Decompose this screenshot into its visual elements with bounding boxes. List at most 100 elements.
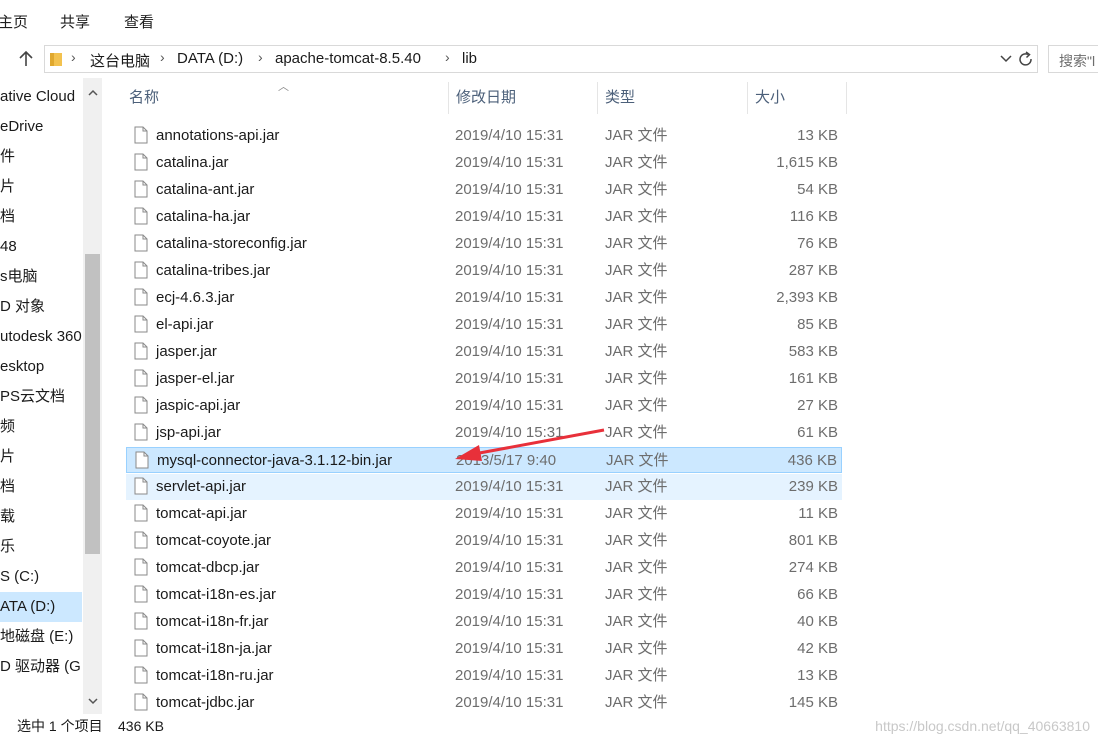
- column-name[interactable]: 名称: [122, 82, 448, 114]
- chevron-up-icon[interactable]: [88, 88, 98, 98]
- column-date[interactable]: 修改日期: [449, 82, 597, 114]
- file-row[interactable]: tomcat-i18n-es.jar 2019/4/10 15:31 JAR 文件 6…: [126, 582, 842, 608]
- breadcrumb-this-pc[interactable]: 这台电脑: [90, 50, 150, 71]
- column-size[interactable]: 大小: [748, 82, 846, 114]
- sidebar-item[interactable]: ATA (D:): [0, 592, 82, 622]
- file-icon: [134, 288, 148, 306]
- file-row[interactable]: catalina-storeconfig.jar 2019/4/10 15:31 J…: [126, 231, 842, 257]
- arrow-up-icon[interactable]: [16, 49, 36, 69]
- file-date: 2019/4/10 15:31: [455, 370, 564, 387]
- file-name: servlet-api.jar: [156, 478, 247, 495]
- tab-home[interactable]: 主页: [0, 11, 28, 32]
- sidebar-item[interactable]: 件: [0, 142, 82, 172]
- file-date: 2019/4/10 15:31: [455, 208, 564, 225]
- status-selection-size: 436 KB: [118, 718, 164, 734]
- column-divider[interactable]: [846, 82, 847, 114]
- file-row[interactable]: ecj-4.6.3.jar 2019/4/10 15:31 JAR 文件 2,393 …: [126, 285, 842, 311]
- sidebar-item[interactable]: utodesk 360: [0, 322, 82, 352]
- file-date: 2019/4/10 15:31: [455, 667, 564, 684]
- file-size: 2,393 KB: [776, 289, 838, 306]
- chevron-down-icon[interactable]: [88, 696, 98, 706]
- sidebar-item[interactable]: eDrive: [0, 112, 82, 142]
- file-date: 2019/4/10 15:31: [455, 532, 564, 549]
- sidebar-item[interactable]: 档: [0, 472, 82, 502]
- file-icon: [134, 207, 148, 225]
- file-icon: [134, 126, 148, 144]
- file-type: JAR 文件: [605, 343, 668, 360]
- sidebar-item[interactable]: S (C:): [0, 562, 82, 592]
- file-date: 2019/4/10 15:31: [455, 343, 564, 360]
- sidebar-item[interactable]: D 驱动器 (G:): [0, 652, 82, 682]
- file-row[interactable]: servlet-api.jar 2019/4/10 15:31 JAR 文件 239 …: [126, 474, 842, 500]
- file-row[interactable]: tomcat-dbcp.jar 2019/4/10 15:31 JAR 文件 274 …: [126, 555, 842, 581]
- file-date: 2019/4/10 15:31: [455, 424, 564, 441]
- file-row[interactable]: jaspic-api.jar 2019/4/10 15:31 JAR 文件 27 KB: [126, 393, 842, 419]
- sidebar-item[interactable]: PS云文档: [0, 382, 82, 412]
- sidebar-item[interactable]: 档: [0, 202, 82, 232]
- sidebar-item[interactable]: s电脑: [0, 262, 82, 292]
- sidebar-item[interactable]: D 对象: [0, 292, 82, 322]
- file-row[interactable]: tomcat-coyote.jar 2019/4/10 15:31 JAR 文件 80…: [126, 528, 842, 554]
- sidebar-item[interactable]: 片: [0, 172, 82, 202]
- file-row[interactable]: tomcat-i18n-ja.jar 2019/4/10 15:31 JAR 文件 4…: [126, 636, 842, 662]
- file-row[interactable]: annotations-api.jar 2019/4/10 15:31 JAR 文件…: [126, 123, 842, 149]
- file-date: 2019/4/10 15:31: [455, 478, 564, 495]
- file-size: 801 KB: [788, 532, 838, 549]
- sidebar-item[interactable]: 片: [0, 442, 82, 472]
- address-bar[interactable]: › 这台电脑 › DATA (D:) › apache-tomcat-8.5.4…: [44, 45, 1038, 73]
- file-name: jaspic-api.jar: [156, 397, 241, 414]
- column-type[interactable]: 类型: [598, 82, 747, 114]
- sidebar-scrollbar[interactable]: [83, 78, 102, 714]
- file-row[interactable]: jasper.jar 2019/4/10 15:31 JAR 文件 583 KB: [126, 339, 842, 365]
- sidebar-item[interactable]: 48: [0, 232, 82, 262]
- scrollbar-thumb[interactable]: [85, 254, 100, 554]
- tab-view[interactable]: 查看: [124, 11, 154, 32]
- file-icon: [134, 639, 148, 657]
- sidebar-item[interactable]: esktop: [0, 352, 82, 382]
- file-type: JAR 文件: [606, 452, 669, 469]
- file-type: JAR 文件: [605, 694, 668, 711]
- file-row[interactable]: mysql-connector-java-3.1.12-bin.jar 2013/…: [126, 447, 842, 473]
- file-name: tomcat-jdbc.jar: [156, 694, 255, 711]
- sidebar-item[interactable]: 地磁盘 (E:): [0, 622, 82, 652]
- file-row[interactable]: jsp-api.jar 2019/4/10 15:31 JAR 文件 61 KB: [126, 420, 842, 446]
- file-row[interactable]: tomcat-i18n-fr.jar 2019/4/10 15:31 JAR 文件 4…: [126, 609, 842, 635]
- file-row[interactable]: catalina-tribes.jar 2019/4/10 15:31 JAR 文件…: [126, 258, 842, 284]
- sidebar-item[interactable]: ative Cloud: [0, 82, 82, 112]
- status-selection-count: 选中 1 个项目: [17, 718, 103, 734]
- tab-share[interactable]: 共享: [60, 11, 90, 32]
- file-size: 13 KB: [797, 667, 838, 684]
- refresh-icon[interactable]: [1017, 51, 1035, 69]
- sidebar-item[interactable]: 载: [0, 502, 82, 532]
- file-size: 274 KB: [788, 559, 838, 576]
- file-name: catalina-storeconfig.jar: [156, 235, 307, 252]
- file-size: 54 KB: [797, 181, 838, 198]
- file-name: jasper-el.jar: [156, 370, 235, 387]
- file-row[interactable]: el-api.jar 2019/4/10 15:31 JAR 文件 85 KB: [126, 312, 842, 338]
- breadcrumb-separator: ›: [258, 49, 263, 65]
- breadcrumb-lib[interactable]: lib: [462, 50, 477, 67]
- file-row[interactable]: catalina.jar 2019/4/10 15:31 JAR 文件 1,615 K…: [126, 150, 842, 176]
- file-size: 145 KB: [788, 694, 838, 711]
- breadcrumb-drive[interactable]: DATA (D:): [177, 50, 243, 67]
- search-input[interactable]: 搜索"l: [1048, 45, 1098, 73]
- sidebar-item[interactable]: 乐: [0, 532, 82, 562]
- file-size: 85 KB: [797, 316, 838, 333]
- chevron-down-icon[interactable]: [999, 53, 1013, 65]
- file-name: catalina.jar: [156, 154, 229, 171]
- file-icon: [134, 342, 148, 360]
- sidebar-item[interactable]: 频: [0, 412, 82, 442]
- file-size: 239 KB: [788, 478, 838, 495]
- file-date: 2019/4/10 15:31: [455, 154, 564, 171]
- file-size: 287 KB: [788, 262, 838, 279]
- file-size: 436 KB: [787, 452, 837, 469]
- file-row[interactable]: tomcat-jdbc.jar 2019/4/10 15:31 JAR 文件 145 …: [126, 690, 842, 716]
- file-size: 76 KB: [797, 235, 838, 252]
- file-row[interactable]: tomcat-i18n-ru.jar 2019/4/10 15:31 JAR 文件 1…: [126, 663, 842, 689]
- file-row[interactable]: tomcat-api.jar 2019/4/10 15:31 JAR 文件 11 KB: [126, 501, 842, 527]
- file-row[interactable]: catalina-ant.jar 2019/4/10 15:31 JAR 文件 54 …: [126, 177, 842, 203]
- file-type: JAR 文件: [605, 397, 668, 414]
- file-row[interactable]: jasper-el.jar 2019/4/10 15:31 JAR 文件 161 KB: [126, 366, 842, 392]
- breadcrumb-tomcat[interactable]: apache-tomcat-8.5.40: [275, 50, 421, 67]
- file-row[interactable]: catalina-ha.jar 2019/4/10 15:31 JAR 文件 116 …: [126, 204, 842, 230]
